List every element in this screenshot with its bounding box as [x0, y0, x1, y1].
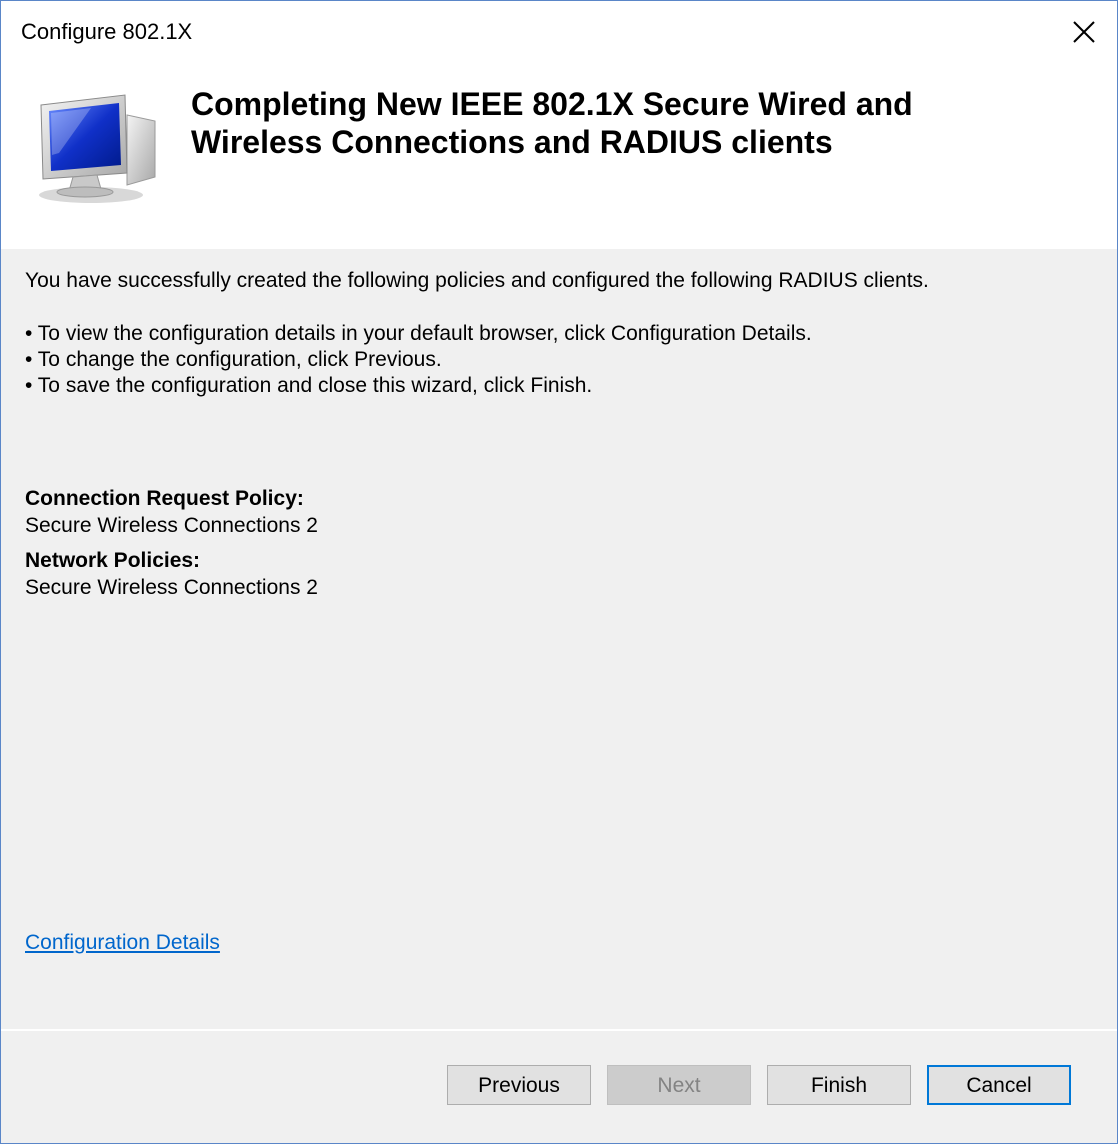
connection-request-policy-label: Connection Request Policy: — [25, 487, 304, 510]
button-bar: Previous Next Finish Cancel — [1, 1031, 1117, 1143]
computer-monitor-icon — [39, 94, 156, 203]
intro-text: You have successfully created the follow… — [25, 269, 929, 292]
connection-request-policy-value: Secure Wireless Connections 2 — [25, 514, 318, 537]
close-button[interactable] — [1063, 13, 1103, 53]
finish-button[interactable]: Finish — [767, 1065, 911, 1105]
close-icon — [1073, 21, 1095, 43]
title-bar: Configure 802.1X — [1, 1, 1117, 65]
window-title: Configure 802.1X — [21, 19, 193, 44]
previous-button[interactable]: Previous — [447, 1065, 591, 1105]
instruction-item: • To save the configuration and close th… — [25, 374, 593, 397]
page-title: Completing New IEEE 802.1X Secure Wired … — [191, 85, 1071, 161]
configuration-details-link[interactable]: Configuration Details — [25, 931, 220, 955]
instruction-list: • To view the configuration details in y… — [25, 321, 812, 399]
page-title-line-1: Completing New IEEE 802.1X Secure Wired … — [191, 86, 913, 122]
instruction-item: • To change the configuration, click Pre… — [25, 348, 442, 371]
instruction-item: • To view the configuration details in y… — [25, 322, 812, 345]
wizard-header: Completing New IEEE 802.1X Secure Wired … — [1, 65, 1117, 249]
next-button[interactable]: Next — [607, 1065, 751, 1105]
network-policies-label: Network Policies: — [25, 549, 201, 572]
wizard-window: Configure 802.1X Completing New IEEE 802… — [0, 0, 1118, 1144]
page-title-line-2: Wireless Connections and RADIUS clients — [191, 124, 833, 160]
network-policies-value: Secure Wireless Connections 2 — [25, 576, 318, 599]
cancel-button[interactable]: Cancel — [927, 1065, 1071, 1105]
